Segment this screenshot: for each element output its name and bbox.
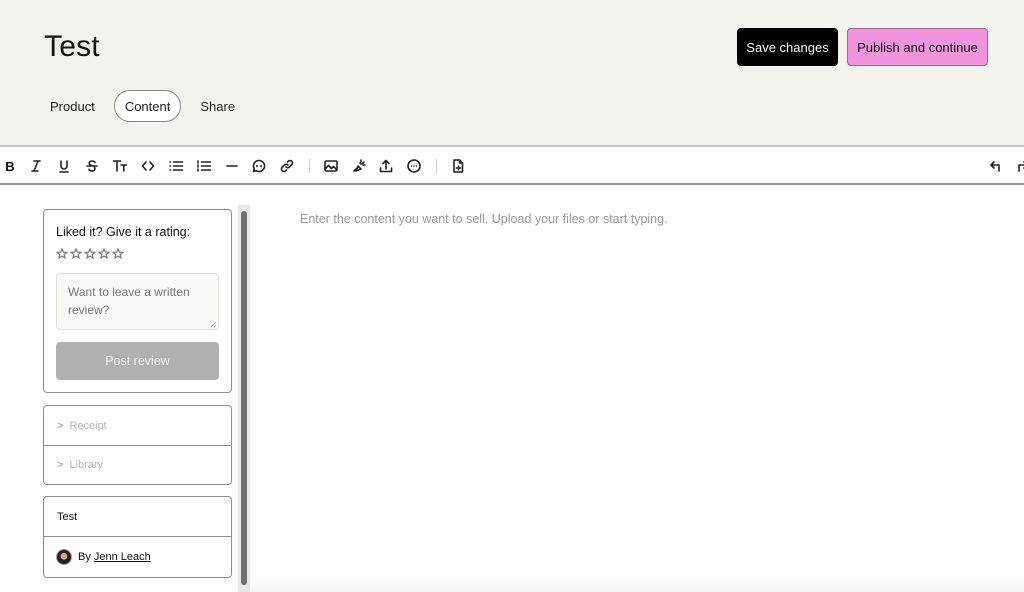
star-icon[interactable] bbox=[97, 247, 111, 260]
rating-card: Liked it? Give it a rating: Post review bbox=[43, 209, 232, 393]
insert-file-icon[interactable] bbox=[448, 156, 468, 176]
link-icon[interactable] bbox=[277, 156, 297, 176]
undo-icon[interactable] bbox=[986, 156, 1006, 176]
rating-title: Liked it? Give it a rating: bbox=[56, 225, 191, 239]
editor-placeholder: Enter the content you want to sell. Uplo… bbox=[300, 212, 668, 226]
sidebar-item-receipt[interactable]: > Receipt bbox=[44, 406, 231, 445]
image-icon[interactable] bbox=[321, 156, 341, 176]
code-icon[interactable] bbox=[138, 156, 158, 176]
more-options-icon[interactable] bbox=[404, 156, 424, 176]
sidebar-item-library[interactable]: > Library bbox=[44, 445, 231, 484]
strikethrough-icon[interactable] bbox=[82, 156, 102, 176]
upload-icon[interactable] bbox=[376, 156, 396, 176]
author-row: By Jenn Leach bbox=[44, 537, 231, 577]
star-icon[interactable] bbox=[111, 247, 125, 260]
avatar bbox=[56, 549, 72, 565]
chevron-right-icon: > bbox=[57, 459, 64, 471]
italic-icon[interactable] bbox=[26, 156, 46, 176]
page-header: Test Save changes Publish and continue P… bbox=[0, 0, 1024, 147]
editor-bottom-edge bbox=[250, 578, 1024, 592]
tab-product[interactable]: Product bbox=[40, 90, 105, 122]
content-editor[interactable] bbox=[250, 186, 1024, 592]
save-changes-button[interactable]: Save changes bbox=[737, 28, 838, 66]
sidebar-item-label: Library bbox=[69, 459, 104, 471]
toolbar-divider bbox=[436, 159, 437, 173]
tab-share[interactable]: Share bbox=[190, 90, 245, 122]
author-link[interactable]: Jenn Leach bbox=[94, 551, 151, 563]
tab-content[interactable]: Content bbox=[113, 90, 182, 122]
redo-icon[interactable] bbox=[1012, 156, 1024, 176]
sidebar-scrollbar-thumb[interactable] bbox=[241, 211, 247, 585]
sidebar-item-label: Receipt bbox=[69, 419, 107, 432]
bold-icon[interactable]: B bbox=[0, 156, 20, 176]
tab-bar: Product Content Share bbox=[40, 90, 254, 122]
product-title: Test bbox=[44, 497, 231, 537]
by-label: By bbox=[78, 551, 91, 563]
star-rating[interactable] bbox=[55, 247, 125, 260]
star-icon[interactable] bbox=[55, 247, 69, 260]
publish-and-continue-button[interactable]: Publish and continue bbox=[847, 28, 988, 66]
underline-icon[interactable] bbox=[54, 156, 74, 176]
text-size-icon[interactable] bbox=[110, 156, 130, 176]
editor-toolbar: B bbox=[0, 148, 1024, 185]
star-icon[interactable] bbox=[69, 247, 83, 260]
toolbar-divider bbox=[309, 159, 310, 173]
star-icon[interactable] bbox=[83, 247, 97, 260]
horizontal-rule-icon[interactable] bbox=[222, 156, 242, 176]
page-title: Test bbox=[44, 30, 100, 63]
numbered-list-icon[interactable] bbox=[194, 156, 214, 176]
bullet-list-icon[interactable] bbox=[166, 156, 186, 176]
resize-grip-icon[interactable] bbox=[210, 321, 217, 328]
insert-embed-icon[interactable] bbox=[349, 156, 369, 176]
written-review-input[interactable] bbox=[56, 273, 219, 330]
quote-bubble-icon[interactable] bbox=[249, 156, 269, 176]
sidebar-nav-card: > Receipt > Library bbox=[43, 405, 232, 485]
product-info-card: Test By Jenn Leach bbox=[43, 496, 232, 578]
chevron-right-icon: > bbox=[57, 419, 64, 432]
post-review-button[interactable]: Post review bbox=[56, 342, 219, 380]
